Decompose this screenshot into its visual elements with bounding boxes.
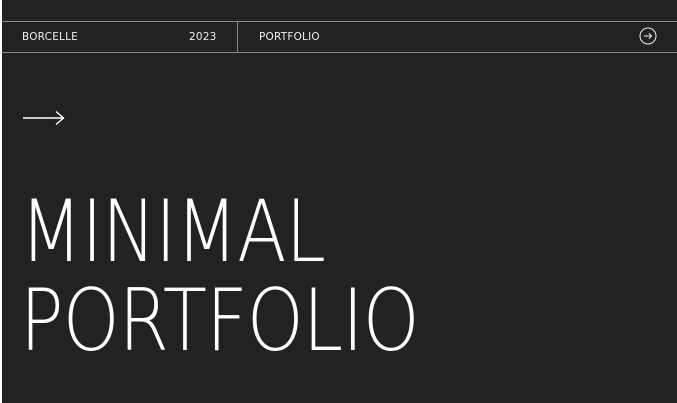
long-arrow-right-icon	[23, 109, 65, 127]
nav-divider	[237, 22, 238, 52]
year-label: 2023	[189, 31, 217, 43]
portfolio-slide: BORCELLE 2023 PORTFOLIO MINIMAL PORTFOLI…	[2, 0, 677, 403]
headline-line-1: MINIMAL	[20, 182, 326, 282]
section-label: PORTFOLIO	[259, 31, 320, 43]
brand-name: BORCELLE	[22, 31, 78, 43]
top-nav-bar: BORCELLE 2023 PORTFOLIO	[2, 21, 677, 53]
headline-line-2: PORTFOLIO	[20, 271, 420, 371]
arrow-right-circle-icon[interactable]	[639, 27, 657, 45]
canvas: BORCELLE 2023 PORTFOLIO MINIMAL PORTFOLI…	[0, 0, 677, 403]
